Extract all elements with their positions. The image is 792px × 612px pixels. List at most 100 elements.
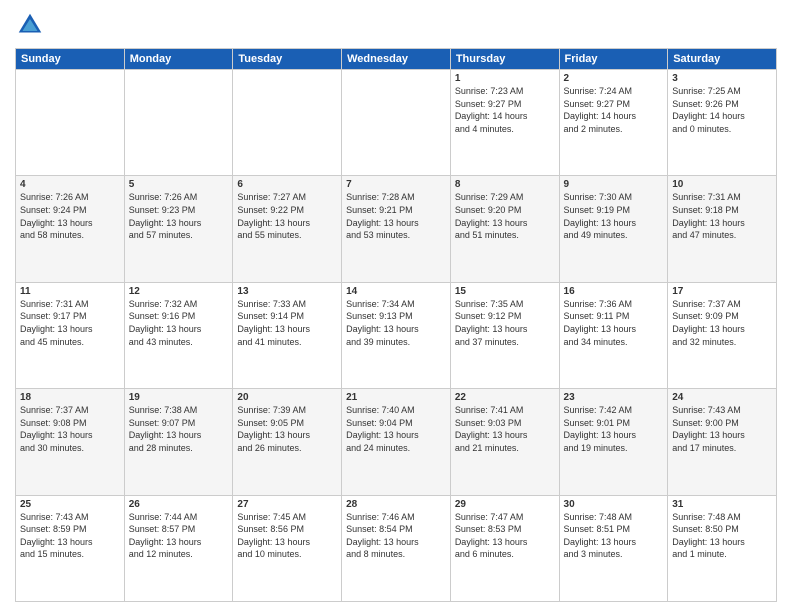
day-cell-9: 9Sunrise: 7:30 AMSunset: 9:19 PMDaylight… (559, 176, 668, 282)
day-cell-24: 24Sunrise: 7:43 AMSunset: 9:00 PMDayligh… (668, 389, 777, 495)
day-cell-28: 28Sunrise: 7:46 AMSunset: 8:54 PMDayligh… (342, 495, 451, 601)
day-number: 12 (129, 286, 229, 297)
day-info: Sunrise: 7:25 AMSunset: 9:26 PMDaylight:… (672, 85, 772, 135)
calendar: SundayMondayTuesdayWednesdayThursdayFrid… (15, 48, 777, 602)
weekday-monday: Monday (124, 49, 233, 70)
weekday-saturday: Saturday (668, 49, 777, 70)
day-info: Sunrise: 7:35 AMSunset: 9:12 PMDaylight:… (455, 298, 555, 348)
day-info: Sunrise: 7:41 AMSunset: 9:03 PMDaylight:… (455, 404, 555, 454)
day-cell-3: 3Sunrise: 7:25 AMSunset: 9:26 PMDaylight… (668, 70, 777, 176)
day-number: 16 (564, 286, 664, 297)
day-number: 8 (455, 179, 555, 190)
day-number: 6 (237, 179, 337, 190)
header (15, 10, 777, 40)
week-row-2: 4Sunrise: 7:26 AMSunset: 9:24 PMDaylight… (16, 176, 777, 282)
day-cell-21: 21Sunrise: 7:40 AMSunset: 9:04 PMDayligh… (342, 389, 451, 495)
day-info: Sunrise: 7:48 AMSunset: 8:51 PMDaylight:… (564, 511, 664, 561)
day-number: 15 (455, 286, 555, 297)
day-number: 19 (129, 392, 229, 403)
weekday-friday: Friday (559, 49, 668, 70)
day-info: Sunrise: 7:43 AMSunset: 9:00 PMDaylight:… (672, 404, 772, 454)
day-cell-23: 23Sunrise: 7:42 AMSunset: 9:01 PMDayligh… (559, 389, 668, 495)
day-number: 18 (20, 392, 120, 403)
day-number: 26 (129, 499, 229, 510)
day-info: Sunrise: 7:45 AMSunset: 8:56 PMDaylight:… (237, 511, 337, 561)
day-number: 17 (672, 286, 772, 297)
day-info: Sunrise: 7:34 AMSunset: 9:13 PMDaylight:… (346, 298, 446, 348)
day-cell-30: 30Sunrise: 7:48 AMSunset: 8:51 PMDayligh… (559, 495, 668, 601)
empty-cell (16, 70, 125, 176)
day-number: 7 (346, 179, 446, 190)
day-cell-12: 12Sunrise: 7:32 AMSunset: 9:16 PMDayligh… (124, 282, 233, 388)
day-cell-6: 6Sunrise: 7:27 AMSunset: 9:22 PMDaylight… (233, 176, 342, 282)
day-number: 27 (237, 499, 337, 510)
day-cell-4: 4Sunrise: 7:26 AMSunset: 9:24 PMDaylight… (16, 176, 125, 282)
day-cell-31: 31Sunrise: 7:48 AMSunset: 8:50 PMDayligh… (668, 495, 777, 601)
day-cell-19: 19Sunrise: 7:38 AMSunset: 9:07 PMDayligh… (124, 389, 233, 495)
day-info: Sunrise: 7:44 AMSunset: 8:57 PMDaylight:… (129, 511, 229, 561)
day-cell-15: 15Sunrise: 7:35 AMSunset: 9:12 PMDayligh… (450, 282, 559, 388)
page: SundayMondayTuesdayWednesdayThursdayFrid… (0, 0, 792, 612)
day-info: Sunrise: 7:37 AMSunset: 9:09 PMDaylight:… (672, 298, 772, 348)
week-row-4: 18Sunrise: 7:37 AMSunset: 9:08 PMDayligh… (16, 389, 777, 495)
day-info: Sunrise: 7:26 AMSunset: 9:23 PMDaylight:… (129, 191, 229, 241)
weekday-wednesday: Wednesday (342, 49, 451, 70)
day-info: Sunrise: 7:31 AMSunset: 9:17 PMDaylight:… (20, 298, 120, 348)
day-number: 13 (237, 286, 337, 297)
day-number: 23 (564, 392, 664, 403)
day-info: Sunrise: 7:33 AMSunset: 9:14 PMDaylight:… (237, 298, 337, 348)
day-number: 3 (672, 73, 772, 84)
day-cell-2: 2Sunrise: 7:24 AMSunset: 9:27 PMDaylight… (559, 70, 668, 176)
day-cell-5: 5Sunrise: 7:26 AMSunset: 9:23 PMDaylight… (124, 176, 233, 282)
weekday-header-row: SundayMondayTuesdayWednesdayThursdayFrid… (16, 49, 777, 70)
day-cell-17: 17Sunrise: 7:37 AMSunset: 9:09 PMDayligh… (668, 282, 777, 388)
day-number: 14 (346, 286, 446, 297)
logo (15, 10, 49, 40)
day-info: Sunrise: 7:43 AMSunset: 8:59 PMDaylight:… (20, 511, 120, 561)
day-cell-13: 13Sunrise: 7:33 AMSunset: 9:14 PMDayligh… (233, 282, 342, 388)
day-number: 4 (20, 179, 120, 190)
day-info: Sunrise: 7:26 AMSunset: 9:24 PMDaylight:… (20, 191, 120, 241)
day-info: Sunrise: 7:42 AMSunset: 9:01 PMDaylight:… (564, 404, 664, 454)
day-info: Sunrise: 7:39 AMSunset: 9:05 PMDaylight:… (237, 404, 337, 454)
day-cell-7: 7Sunrise: 7:28 AMSunset: 9:21 PMDaylight… (342, 176, 451, 282)
day-cell-14: 14Sunrise: 7:34 AMSunset: 9:13 PMDayligh… (342, 282, 451, 388)
weekday-tuesday: Tuesday (233, 49, 342, 70)
day-number: 5 (129, 179, 229, 190)
day-cell-27: 27Sunrise: 7:45 AMSunset: 8:56 PMDayligh… (233, 495, 342, 601)
day-info: Sunrise: 7:46 AMSunset: 8:54 PMDaylight:… (346, 511, 446, 561)
day-cell-26: 26Sunrise: 7:44 AMSunset: 8:57 PMDayligh… (124, 495, 233, 601)
day-number: 20 (237, 392, 337, 403)
week-row-3: 11Sunrise: 7:31 AMSunset: 9:17 PMDayligh… (16, 282, 777, 388)
day-cell-11: 11Sunrise: 7:31 AMSunset: 9:17 PMDayligh… (16, 282, 125, 388)
day-info: Sunrise: 7:47 AMSunset: 8:53 PMDaylight:… (455, 511, 555, 561)
empty-cell (233, 70, 342, 176)
day-info: Sunrise: 7:29 AMSunset: 9:20 PMDaylight:… (455, 191, 555, 241)
day-info: Sunrise: 7:32 AMSunset: 9:16 PMDaylight:… (129, 298, 229, 348)
logo-icon (15, 10, 45, 40)
day-cell-8: 8Sunrise: 7:29 AMSunset: 9:20 PMDaylight… (450, 176, 559, 282)
day-info: Sunrise: 7:48 AMSunset: 8:50 PMDaylight:… (672, 511, 772, 561)
day-info: Sunrise: 7:31 AMSunset: 9:18 PMDaylight:… (672, 191, 772, 241)
day-number: 9 (564, 179, 664, 190)
day-cell-22: 22Sunrise: 7:41 AMSunset: 9:03 PMDayligh… (450, 389, 559, 495)
day-number: 1 (455, 73, 555, 84)
day-number: 29 (455, 499, 555, 510)
day-info: Sunrise: 7:30 AMSunset: 9:19 PMDaylight:… (564, 191, 664, 241)
weekday-thursday: Thursday (450, 49, 559, 70)
day-cell-1: 1Sunrise: 7:23 AMSunset: 9:27 PMDaylight… (450, 70, 559, 176)
day-number: 21 (346, 392, 446, 403)
day-number: 24 (672, 392, 772, 403)
day-number: 10 (672, 179, 772, 190)
day-cell-29: 29Sunrise: 7:47 AMSunset: 8:53 PMDayligh… (450, 495, 559, 601)
day-number: 31 (672, 499, 772, 510)
day-cell-16: 16Sunrise: 7:36 AMSunset: 9:11 PMDayligh… (559, 282, 668, 388)
day-info: Sunrise: 7:28 AMSunset: 9:21 PMDaylight:… (346, 191, 446, 241)
day-info: Sunrise: 7:40 AMSunset: 9:04 PMDaylight:… (346, 404, 446, 454)
day-info: Sunrise: 7:24 AMSunset: 9:27 PMDaylight:… (564, 85, 664, 135)
day-cell-25: 25Sunrise: 7:43 AMSunset: 8:59 PMDayligh… (16, 495, 125, 601)
week-row-5: 25Sunrise: 7:43 AMSunset: 8:59 PMDayligh… (16, 495, 777, 601)
day-info: Sunrise: 7:38 AMSunset: 9:07 PMDaylight:… (129, 404, 229, 454)
day-info: Sunrise: 7:27 AMSunset: 9:22 PMDaylight:… (237, 191, 337, 241)
day-cell-10: 10Sunrise: 7:31 AMSunset: 9:18 PMDayligh… (668, 176, 777, 282)
